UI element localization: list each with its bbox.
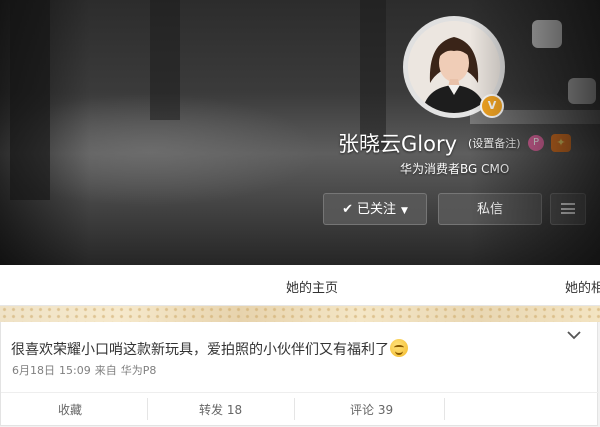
- check-icon: ✔: [342, 202, 353, 217]
- post-source[interactable]: 华为P8: [121, 364, 157, 377]
- background-cup: [568, 78, 596, 104]
- avatar-image: [408, 21, 500, 113]
- divider: [294, 398, 295, 420]
- followed-label: 已关注: [356, 202, 396, 217]
- post-text: 很喜欢荣耀小口哨这款新玩具，爱拍照的小伙伴们又有福利了: [11, 342, 389, 358]
- divider: [147, 398, 148, 420]
- background-pillar: [10, 0, 50, 200]
- private-message-button[interactable]: 私信: [438, 193, 542, 225]
- smile-emoji-icon: [390, 339, 408, 357]
- hamburger-menu-icon: [561, 203, 575, 214]
- set-remark-link[interactable]: (设置备注): [468, 135, 521, 151]
- profile-cover: V 张晓云Glory (设置备注) P ✦ 华为消费者BG CMO ✔ 已关注 ▼ …: [0, 0, 600, 265]
- tab-her-album[interactable]: 她的相: [565, 277, 600, 296]
- profile-verification-title: 华为消费者BG CMO: [400, 162, 510, 176]
- post-meta: 6月18日 15:09 来自 华为P8: [12, 362, 160, 378]
- source-prefix: 来自: [94, 364, 117, 377]
- private-message-label: 私信: [476, 202, 503, 217]
- chevron-down-icon[interactable]: [567, 330, 581, 340]
- more-menu-button[interactable]: [550, 193, 586, 225]
- post-content: 很喜欢荣耀小口哨这款新玩具，爱拍照的小伙伴们又有福利了: [11, 339, 408, 359]
- background-pillar: [150, 0, 180, 120]
- background-cup: [532, 20, 562, 48]
- weibo-post-card: 很喜欢荣耀小口哨这款新玩具，爱拍照的小伙伴们又有福利了 6月18日 15:09 来自…: [0, 322, 599, 427]
- divider: [444, 398, 445, 420]
- member-pill-icon[interactable]: P: [528, 135, 544, 151]
- caret-down-icon: ▼: [401, 206, 408, 216]
- tab-her-homepage[interactable]: 她的主页: [286, 277, 338, 296]
- vip-crown-icon[interactable]: ✦: [551, 134, 571, 152]
- favorite-button[interactable]: 收藏: [58, 401, 82, 418]
- post-date[interactable]: 6月18日: [12, 364, 55, 377]
- decorative-banner: [0, 306, 600, 322]
- background-table: [470, 110, 600, 124]
- post-time[interactable]: 15:09: [59, 364, 91, 377]
- portrait-illustration: [408, 21, 500, 113]
- comment-button[interactable]: 评论 39: [350, 401, 393, 418]
- followed-button[interactable]: ✔ 已关注 ▼: [323, 193, 427, 225]
- profile-name: 张晓云Glory: [338, 132, 458, 156]
- avatar[interactable]: [403, 16, 505, 118]
- verified-badge-icon: V: [480, 94, 504, 118]
- profile-tab-bar: 她的主页 她的相: [0, 265, 600, 306]
- post-action-bar: 收藏 转发 18 评论 39: [1, 392, 599, 427]
- forward-button[interactable]: 转发 18: [199, 401, 242, 418]
